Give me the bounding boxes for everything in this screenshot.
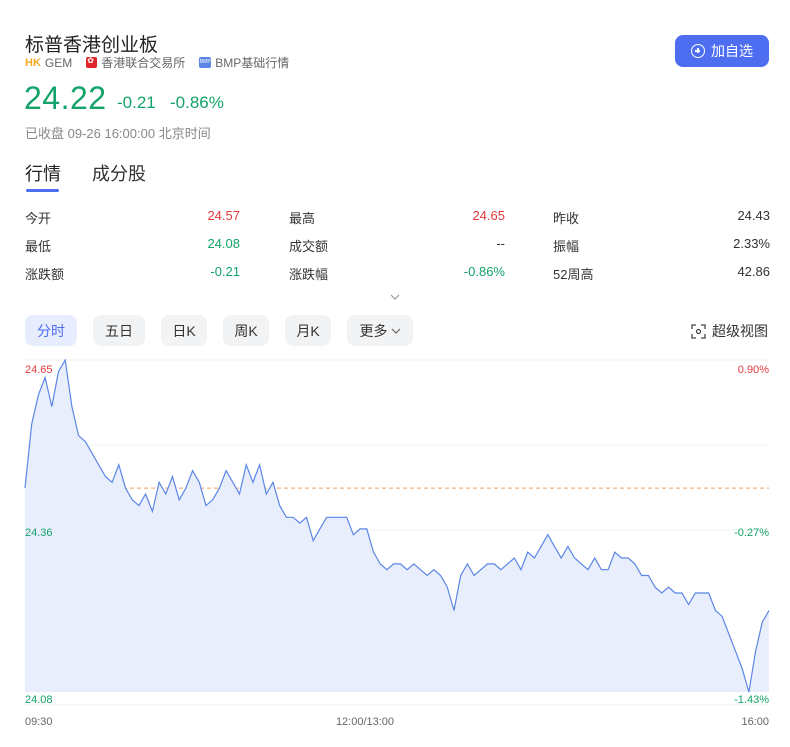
period-more-label: 更多 xyxy=(359,322,388,339)
price-change: -0.21 xyxy=(117,93,156,112)
tab-active-indicator xyxy=(26,189,59,192)
exchange-label: 香港联合交易所 xyxy=(101,56,186,70)
expand-chevron-icon[interactable] xyxy=(390,292,400,302)
stat-label: 涨跌幅 xyxy=(289,267,329,282)
x-tick: 16:00 xyxy=(741,716,769,728)
stat-label: 今开 xyxy=(25,211,52,226)
stat-change-amount: 涨跌额 -0.21 xyxy=(25,264,240,284)
stat-value: 24.08 xyxy=(207,236,240,251)
stat-value: -0.21 xyxy=(210,264,240,279)
stat-label: 最高 xyxy=(289,211,316,226)
price-change-percent: -0.86% xyxy=(170,93,224,112)
stat-label: 涨跌额 xyxy=(25,267,65,282)
page-title: 标普香港创业板 xyxy=(25,35,159,56)
bmp-logo-icon: BMP xyxy=(199,57,212,68)
x-tick: 12:00/13:00 xyxy=(336,716,394,728)
stat-value: -0.86% xyxy=(463,264,505,279)
stat-label: 成交额 xyxy=(289,239,329,254)
tab-constituents[interactable]: 成分股 xyxy=(92,160,146,186)
market-code-label: GEM xyxy=(44,55,73,70)
stat-value: 24.43 xyxy=(737,208,770,223)
y-tick-left: 24.08 xyxy=(25,694,53,706)
market-code: HK GEM xyxy=(25,56,72,70)
stat-label: 最低 xyxy=(25,239,52,254)
period-daily-k[interactable]: 日K xyxy=(161,315,207,346)
exchange-info: 香港联合交易所 xyxy=(86,54,185,71)
stat-label: 振幅 xyxy=(553,239,580,254)
hk-flag-icon: HK xyxy=(25,56,41,69)
y-tick-right: 0.90% xyxy=(738,364,769,376)
stat-value: -- xyxy=(496,236,505,251)
data-source: BMP BMP基础行情 xyxy=(199,54,289,71)
y-tick-right: -0.27% xyxy=(734,527,769,539)
y-tick-left: 24.36 xyxy=(25,527,53,539)
stat-label: 昨收 xyxy=(553,211,580,226)
current-price: 24.22 xyxy=(24,80,107,116)
period-weekly-k[interactable]: 周K xyxy=(223,315,269,346)
stat-low: 最低 24.08 xyxy=(25,236,240,256)
super-view-label: 超级视图 xyxy=(712,323,768,339)
stat-52w-high: 52周高 42.86 xyxy=(553,264,770,284)
period-5day[interactable]: 五日 xyxy=(93,315,145,346)
stat-high: 最高 24.65 xyxy=(289,208,505,228)
chevron-down-icon xyxy=(391,328,400,334)
super-view-button[interactable]: 超级视图 xyxy=(691,321,768,341)
stat-amplitude: 振幅 2.33% xyxy=(553,236,770,256)
period-more-dropdown[interactable]: 更多 xyxy=(347,315,413,346)
quote-card: 标普香港创业板 HK GEM 香港联合交易所 BMP BMP基础行情 加自选 2… xyxy=(0,0,790,747)
y-tick-left: 24.65 xyxy=(25,364,53,376)
data-source-label: BMP基础行情 xyxy=(215,56,290,70)
stat-prev-close: 昨收 24.43 xyxy=(553,208,770,228)
price-area xyxy=(25,360,769,692)
stat-open: 今开 24.57 xyxy=(25,208,240,228)
stat-turnover: 成交额 -- xyxy=(289,236,505,256)
market-status: 已收盘 09-26 16:00:00 北京时间 xyxy=(25,126,211,141)
fullscreen-icon xyxy=(691,323,706,339)
hkex-logo-icon xyxy=(86,56,98,68)
stat-label: 52周高 xyxy=(553,267,594,282)
stat-change-percent: 涨跌幅 -0.86% xyxy=(289,264,505,284)
x-tick: 09:30 xyxy=(25,716,53,728)
period-intraday[interactable]: 分时 xyxy=(25,315,77,346)
y-tick-right: -1.43% xyxy=(734,694,769,706)
stat-value: 2.33% xyxy=(733,236,770,251)
tab-market[interactable]: 行情 xyxy=(25,160,61,186)
stat-value: 24.57 xyxy=(207,208,240,223)
plus-circle-icon xyxy=(691,44,705,58)
intraday-chart: 24.65 24.36 24.08 0.90% -0.27% -1.43% 09… xyxy=(24,358,770,728)
add-watchlist-button[interactable]: 加自选 xyxy=(675,35,769,67)
stat-value: 42.86 xyxy=(737,264,770,279)
add-watchlist-label: 加自选 xyxy=(711,43,753,59)
market-info: HK GEM 香港联合交易所 BMP BMP基础行情 xyxy=(25,54,289,71)
period-monthly-k[interactable]: 月K xyxy=(285,315,331,346)
stat-value: 24.65 xyxy=(472,208,505,223)
